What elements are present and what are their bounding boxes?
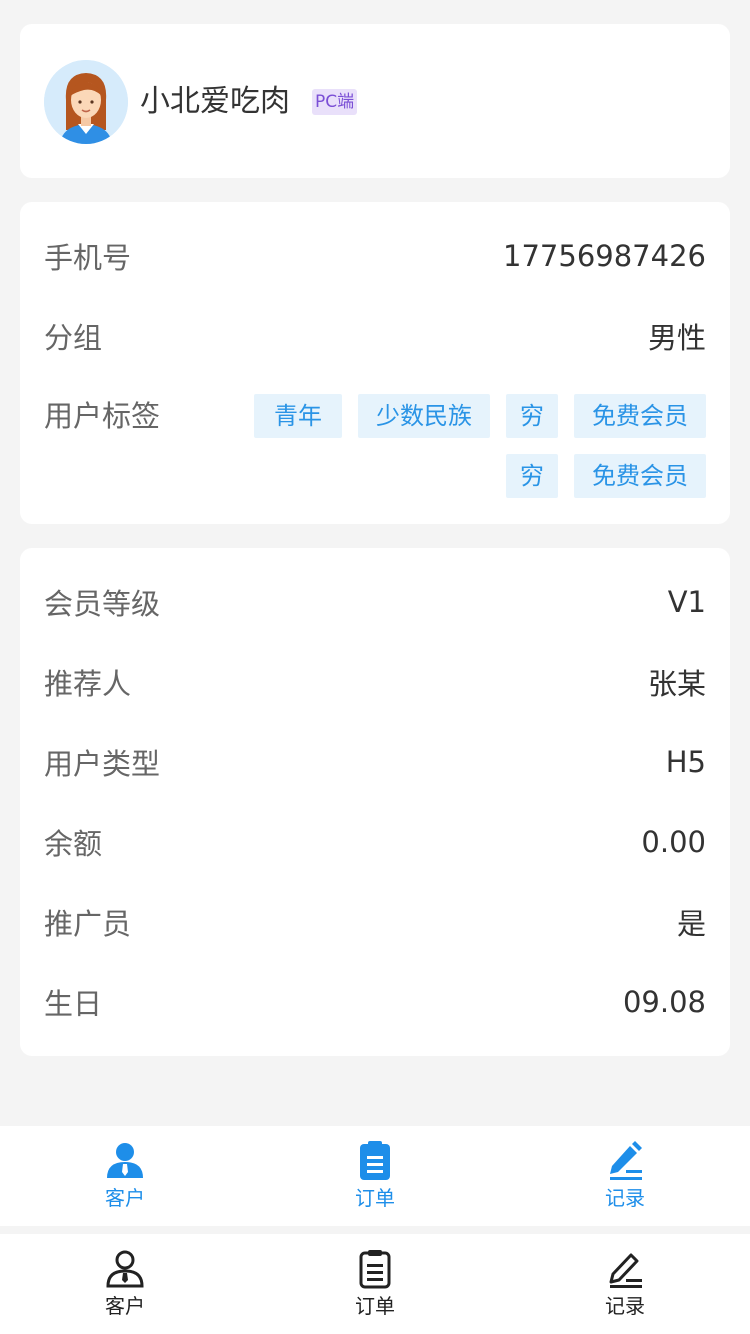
tab-label: 订单 [355,1186,395,1210]
customer-icon [107,1143,143,1178]
tab-order[interactable]: 订单 [250,1234,500,1334]
tab-order[interactable]: 订单 [250,1126,500,1226]
user-tag[interactable]: 少数民族 [358,394,490,438]
user-tag[interactable]: 穷 [506,454,558,498]
row-value: 0.00 [641,825,706,859]
tab-customer[interactable]: 客户 [0,1234,250,1334]
row-value: 男性 [647,321,706,355]
row-label: 手机号 [44,241,132,275]
profile-card: 小北爱吃肉 PC端 [20,24,730,178]
member-info-card: 会员等级 V1 推荐人 张某 用户类型 H5 余额 0.00 推广员 是 生日 … [20,548,730,1056]
tab-label: 记录 [605,1186,645,1210]
tab-bar-active: 客户 订单 记录 [0,1126,750,1226]
platform-badge: PC端 [312,89,358,115]
info-row-level: 会员等级 V1 [44,582,706,622]
tab-label: 订单 [355,1294,395,1318]
tab-customer[interactable]: 客户 [0,1126,250,1226]
avatar-icon [44,60,128,144]
tab-record[interactable]: 记录 [500,1234,750,1334]
avatar[interactable] [44,60,128,144]
basic-info-card: 手机号 17756987426 分组 男性 用户标签 青年 少数民族 穷 免费会… [20,202,730,524]
info-row-promoter: 推广员 是 [44,902,706,942]
row-value: 09.08 [622,985,706,1019]
user-tag[interactable]: 免费会员 [574,394,706,438]
row-label: 推广员 [44,907,132,941]
row-label: 余额 [44,827,103,861]
row-label: 生日 [44,987,103,1021]
user-tag[interactable]: 青年 [254,394,342,438]
order-icon [360,1141,390,1180]
order-icon [359,1250,391,1289]
user-tag[interactable]: 免费会员 [574,454,706,498]
user-name: 小北爱吃肉 [140,84,290,119]
row-value[interactable]: 17756987426 [503,239,706,273]
row-label: 推荐人 [44,667,132,701]
tab-record[interactable]: 记录 [500,1126,750,1226]
tags-label: 用户标签 [44,399,161,433]
row-label: 分组 [44,321,103,355]
row-value: 张某 [647,667,706,701]
info-row-phone: 手机号 17756987426 [44,236,706,276]
row-value: V1 [667,585,706,619]
row-label: 用户类型 [44,747,161,781]
tab-label: 客户 [105,1186,145,1210]
tab-label: 客户 [105,1294,145,1318]
customer-icon [106,1250,144,1288]
info-row-user-type: 用户类型 H5 [44,742,706,782]
tab-label: 记录 [605,1294,645,1318]
info-row-birthday: 生日 09.08 [44,982,706,1022]
row-value: 是 [676,907,706,941]
user-tag[interactable]: 穷 [506,394,558,438]
record-icon [610,1141,642,1180]
info-row-referrer: 推荐人 张某 [44,662,706,702]
tab-bar-default: 客户 订单 记录 [0,1234,750,1334]
info-row-group: 分组 男性 [44,316,706,356]
row-label: 会员等级 [44,587,161,621]
record-icon [609,1253,642,1288]
row-value: H5 [665,745,706,779]
info-row-balance: 余额 0.00 [44,822,706,862]
